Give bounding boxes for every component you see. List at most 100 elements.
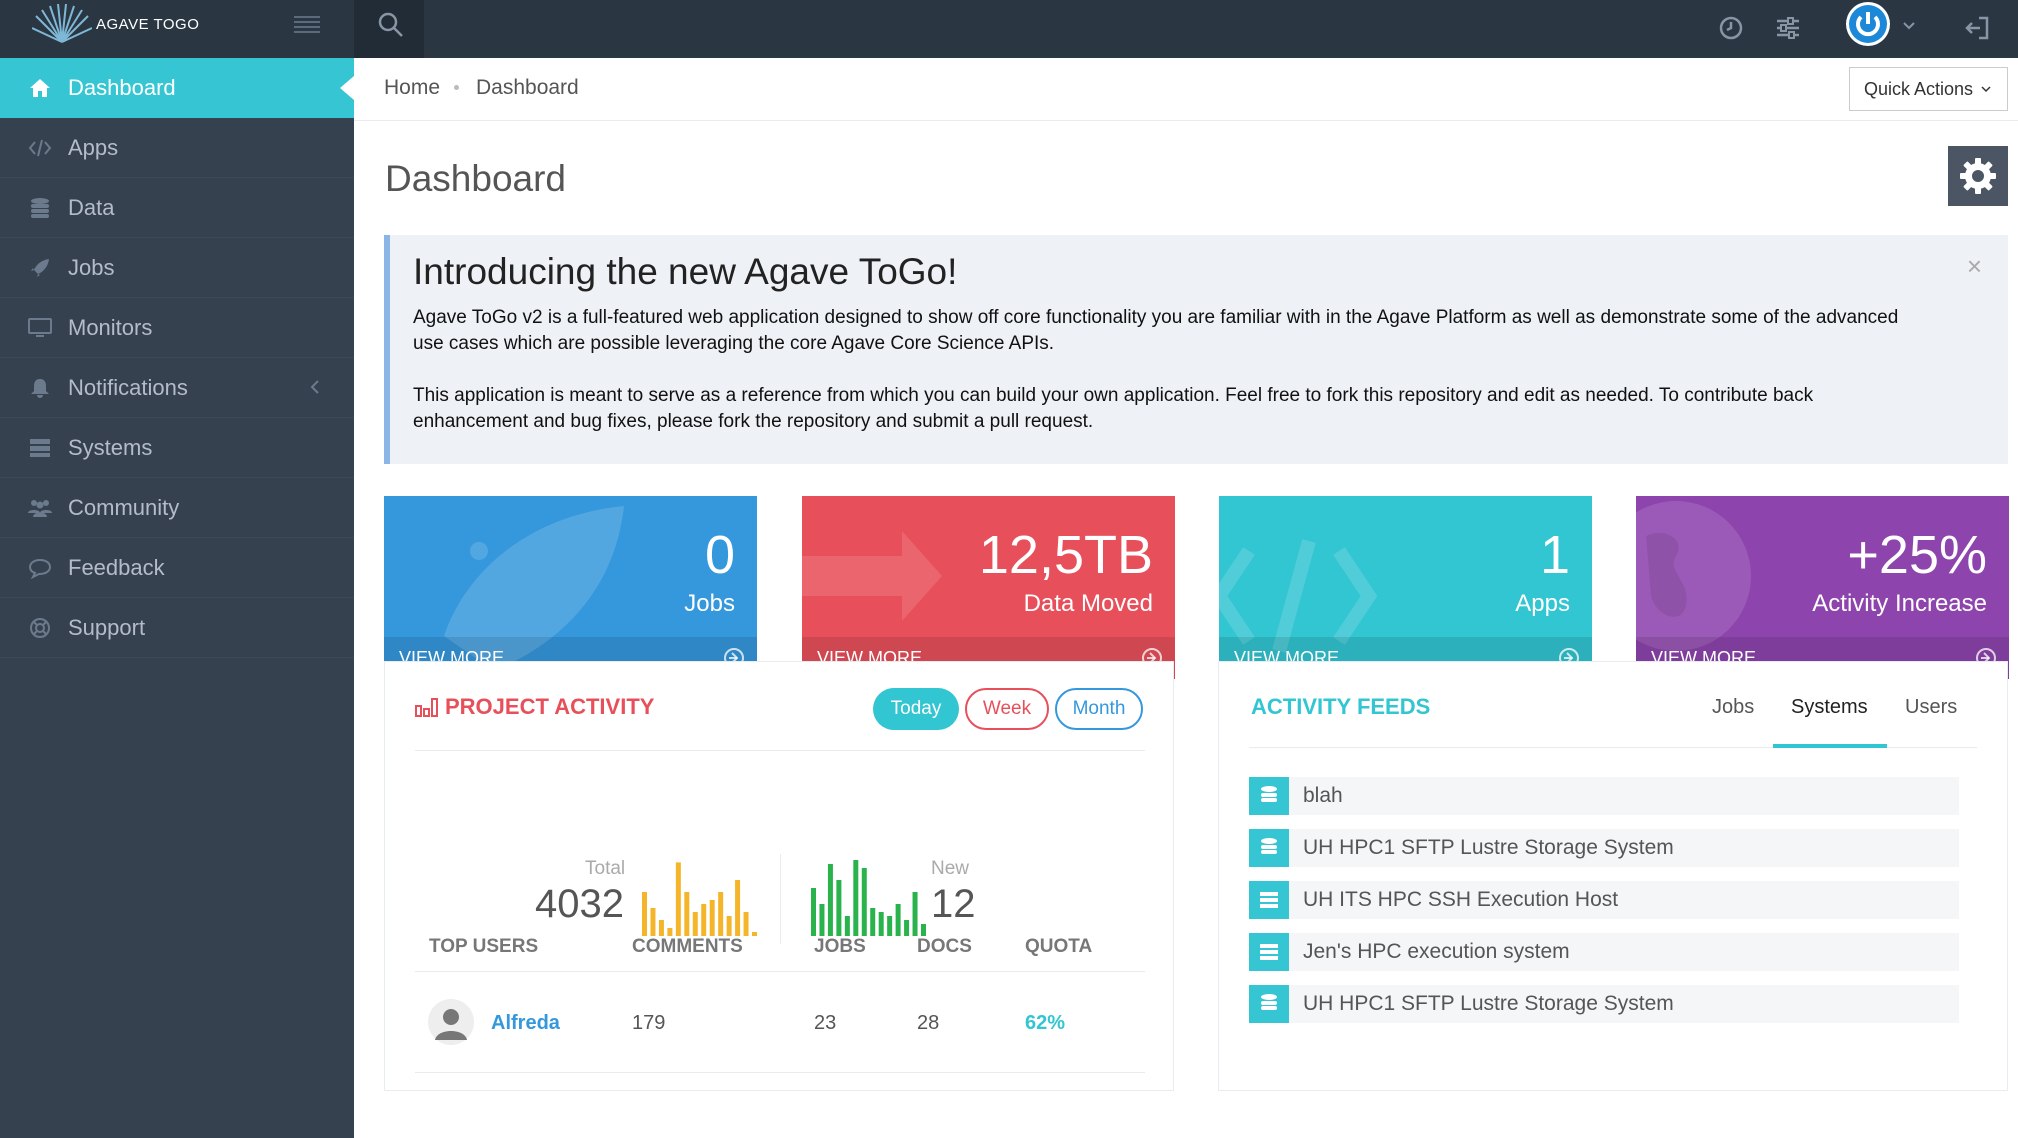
intro-title: Introducing the new Agave ToGo! bbox=[413, 251, 958, 292]
tab-jobs[interactable]: Jobs bbox=[1712, 696, 1754, 719]
sidebar-item-dashboard[interactable]: Dashboard bbox=[0, 58, 354, 118]
comment-icon bbox=[28, 556, 52, 580]
divider bbox=[415, 750, 1145, 751]
sidebar-item-monitors[interactable]: Monitors bbox=[0, 298, 354, 358]
sparkline-bar bbox=[752, 932, 757, 936]
sparkline-bar bbox=[836, 880, 842, 936]
sidebar-item-label: Dashboard bbox=[68, 75, 176, 100]
sparkline-bar bbox=[904, 920, 910, 936]
menu-toggle-icon[interactable] bbox=[294, 13, 320, 33]
feed-item[interactable]: Jen's HPC execution system bbox=[1249, 933, 1959, 971]
code-icon bbox=[28, 136, 52, 160]
breadcrumb: Home Dashboard Quick Actions bbox=[354, 58, 2018, 121]
monitor-icon bbox=[28, 316, 52, 340]
jobs-value: 23 bbox=[814, 1012, 837, 1034]
sidebar-item-notifications[interactable]: Notifications bbox=[0, 358, 354, 418]
breadcrumb-current: Dashboard bbox=[476, 76, 579, 99]
user-link[interactable]: Alfreda bbox=[491, 1012, 560, 1035]
sparkline-bar bbox=[887, 916, 893, 936]
user-avatar-button[interactable] bbox=[1846, 2, 1890, 46]
bar-chart-icon bbox=[415, 698, 438, 717]
logo[interactable]: AGAVE TOGO bbox=[32, 4, 199, 44]
avatar bbox=[428, 999, 474, 1045]
rocket-icon bbox=[28, 256, 52, 280]
stat-tile-jobs: 0 Jobs VIEW MORE bbox=[384, 496, 757, 679]
logo-text: AGAVE TOGO bbox=[96, 15, 200, 33]
sparkline-bar bbox=[692, 912, 698, 936]
lifebuoy-icon bbox=[28, 616, 52, 640]
database-icon bbox=[1249, 985, 1289, 1023]
feed-item[interactable]: UH HPC1 SFTP Lustre Storage System bbox=[1249, 985, 1959, 1023]
filter-week-button[interactable]: Week bbox=[965, 688, 1049, 730]
divider bbox=[415, 1072, 1145, 1073]
filter-month-button[interactable]: Month bbox=[1055, 688, 1143, 730]
stat-tile-activity: +25% Activity Increase VIEW MORE bbox=[1636, 496, 2009, 679]
activity-feeds-panel: ACTIVITY FEEDS Jobs Systems Users blah U… bbox=[1218, 661, 2008, 1091]
sparkline-bar bbox=[861, 868, 867, 936]
intro-note: Introducing the new Agave ToGo! Agave To… bbox=[384, 235, 2008, 464]
total-value: 4032 bbox=[535, 882, 624, 926]
sidebar-item-label: Support bbox=[68, 614, 146, 640]
stat-label: Activity Increase bbox=[1812, 590, 1987, 617]
sidebar-item-label: Systems bbox=[68, 434, 153, 460]
search-button[interactable] bbox=[354, 0, 424, 58]
sparkline-bar bbox=[895, 904, 901, 936]
comments-value: 179 bbox=[632, 1012, 666, 1034]
stat-value: +25% bbox=[1847, 525, 1987, 585]
sidebar-item-systems[interactable]: Systems bbox=[0, 418, 354, 478]
table-header-jobs: JOBS bbox=[814, 936, 866, 957]
table-header-top-users: TOP USERS bbox=[429, 936, 539, 957]
feed-item-text: Jen's HPC execution system bbox=[1303, 940, 1570, 963]
intro-paragraph: Agave ToGo v2 is a full-featured web app… bbox=[413, 307, 1899, 354]
logo-area: AGAVE TOGO bbox=[0, 0, 354, 58]
stat-value: 1 bbox=[1539, 525, 1570, 585]
sparkline-bar bbox=[878, 912, 884, 936]
sidebar-item-community[interactable]: Community bbox=[0, 478, 354, 538]
database-icon bbox=[1249, 777, 1289, 815]
sidebar-item-apps[interactable]: Apps bbox=[0, 118, 354, 178]
feed-item-text: UH HPC1 SFTP Lustre Storage System bbox=[1303, 836, 1674, 859]
total-sparkline bbox=[642, 862, 757, 936]
sidebar-item-jobs[interactable]: Jobs bbox=[0, 238, 354, 298]
sidebar-item-data[interactable]: Data bbox=[0, 178, 354, 238]
sidebar-item-feedback[interactable]: Feedback bbox=[0, 538, 354, 598]
clock-icon[interactable] bbox=[1717, 14, 1745, 42]
close-icon[interactable]: × bbox=[1967, 251, 1982, 282]
logout-icon[interactable] bbox=[1963, 14, 1991, 42]
breadcrumb-home-link[interactable]: Home bbox=[384, 76, 440, 100]
sidebar-item-label: Monitors bbox=[68, 314, 153, 340]
chevron-down-icon[interactable] bbox=[1901, 18, 1917, 34]
feed-item[interactable]: UH HPC1 SFTP Lustre Storage System bbox=[1249, 829, 1959, 867]
stat-tile-data-moved: 12,5TB Data Moved VIEW MORE bbox=[802, 496, 1175, 679]
table-header-quota: QUOTA bbox=[1025, 936, 1093, 957]
sparkline-bar bbox=[701, 904, 707, 936]
stat-tile-apps: 1 Apps VIEW MORE bbox=[1219, 496, 1592, 679]
search-icon bbox=[378, 12, 403, 37]
quick-actions-button[interactable]: Quick Actions bbox=[1849, 67, 2008, 111]
server-icon bbox=[1249, 933, 1289, 971]
docs-value: 28 bbox=[917, 1012, 940, 1034]
gear-icon bbox=[1960, 158, 1996, 194]
settings-sliders-icon[interactable] bbox=[1774, 14, 1802, 42]
table-header-comments: COMMENTS bbox=[632, 936, 743, 957]
filter-today-button[interactable]: Today bbox=[873, 688, 959, 730]
sparkline-bar bbox=[743, 912, 749, 936]
page-settings-button[interactable] bbox=[1948, 146, 2008, 206]
top-bar: AGAVE TOGO bbox=[0, 0, 2018, 58]
feed-item[interactable]: UH ITS HPC SSH Execution Host bbox=[1249, 881, 1959, 919]
sparkline-bar bbox=[811, 888, 816, 936]
sparkline-bar bbox=[853, 860, 859, 936]
feed-item[interactable]: blah bbox=[1249, 777, 1959, 815]
breadcrumb-separator bbox=[454, 85, 459, 90]
sidebar-item-support[interactable]: Support bbox=[0, 598, 354, 658]
stat-label: Data Moved bbox=[1023, 590, 1153, 617]
tab-users[interactable]: Users bbox=[1905, 696, 1957, 719]
sidebar-item-label: Notifications bbox=[68, 374, 188, 400]
sparkline-bar bbox=[642, 892, 647, 936]
table-header-docs: DOCS bbox=[917, 936, 972, 957]
stat-label: Apps bbox=[1515, 590, 1570, 617]
new-value: 12 bbox=[931, 882, 976, 926]
tab-systems[interactable]: Systems bbox=[1791, 696, 1868, 719]
sparkline-bar bbox=[735, 880, 741, 936]
chevron-down-icon bbox=[1981, 86, 1991, 93]
